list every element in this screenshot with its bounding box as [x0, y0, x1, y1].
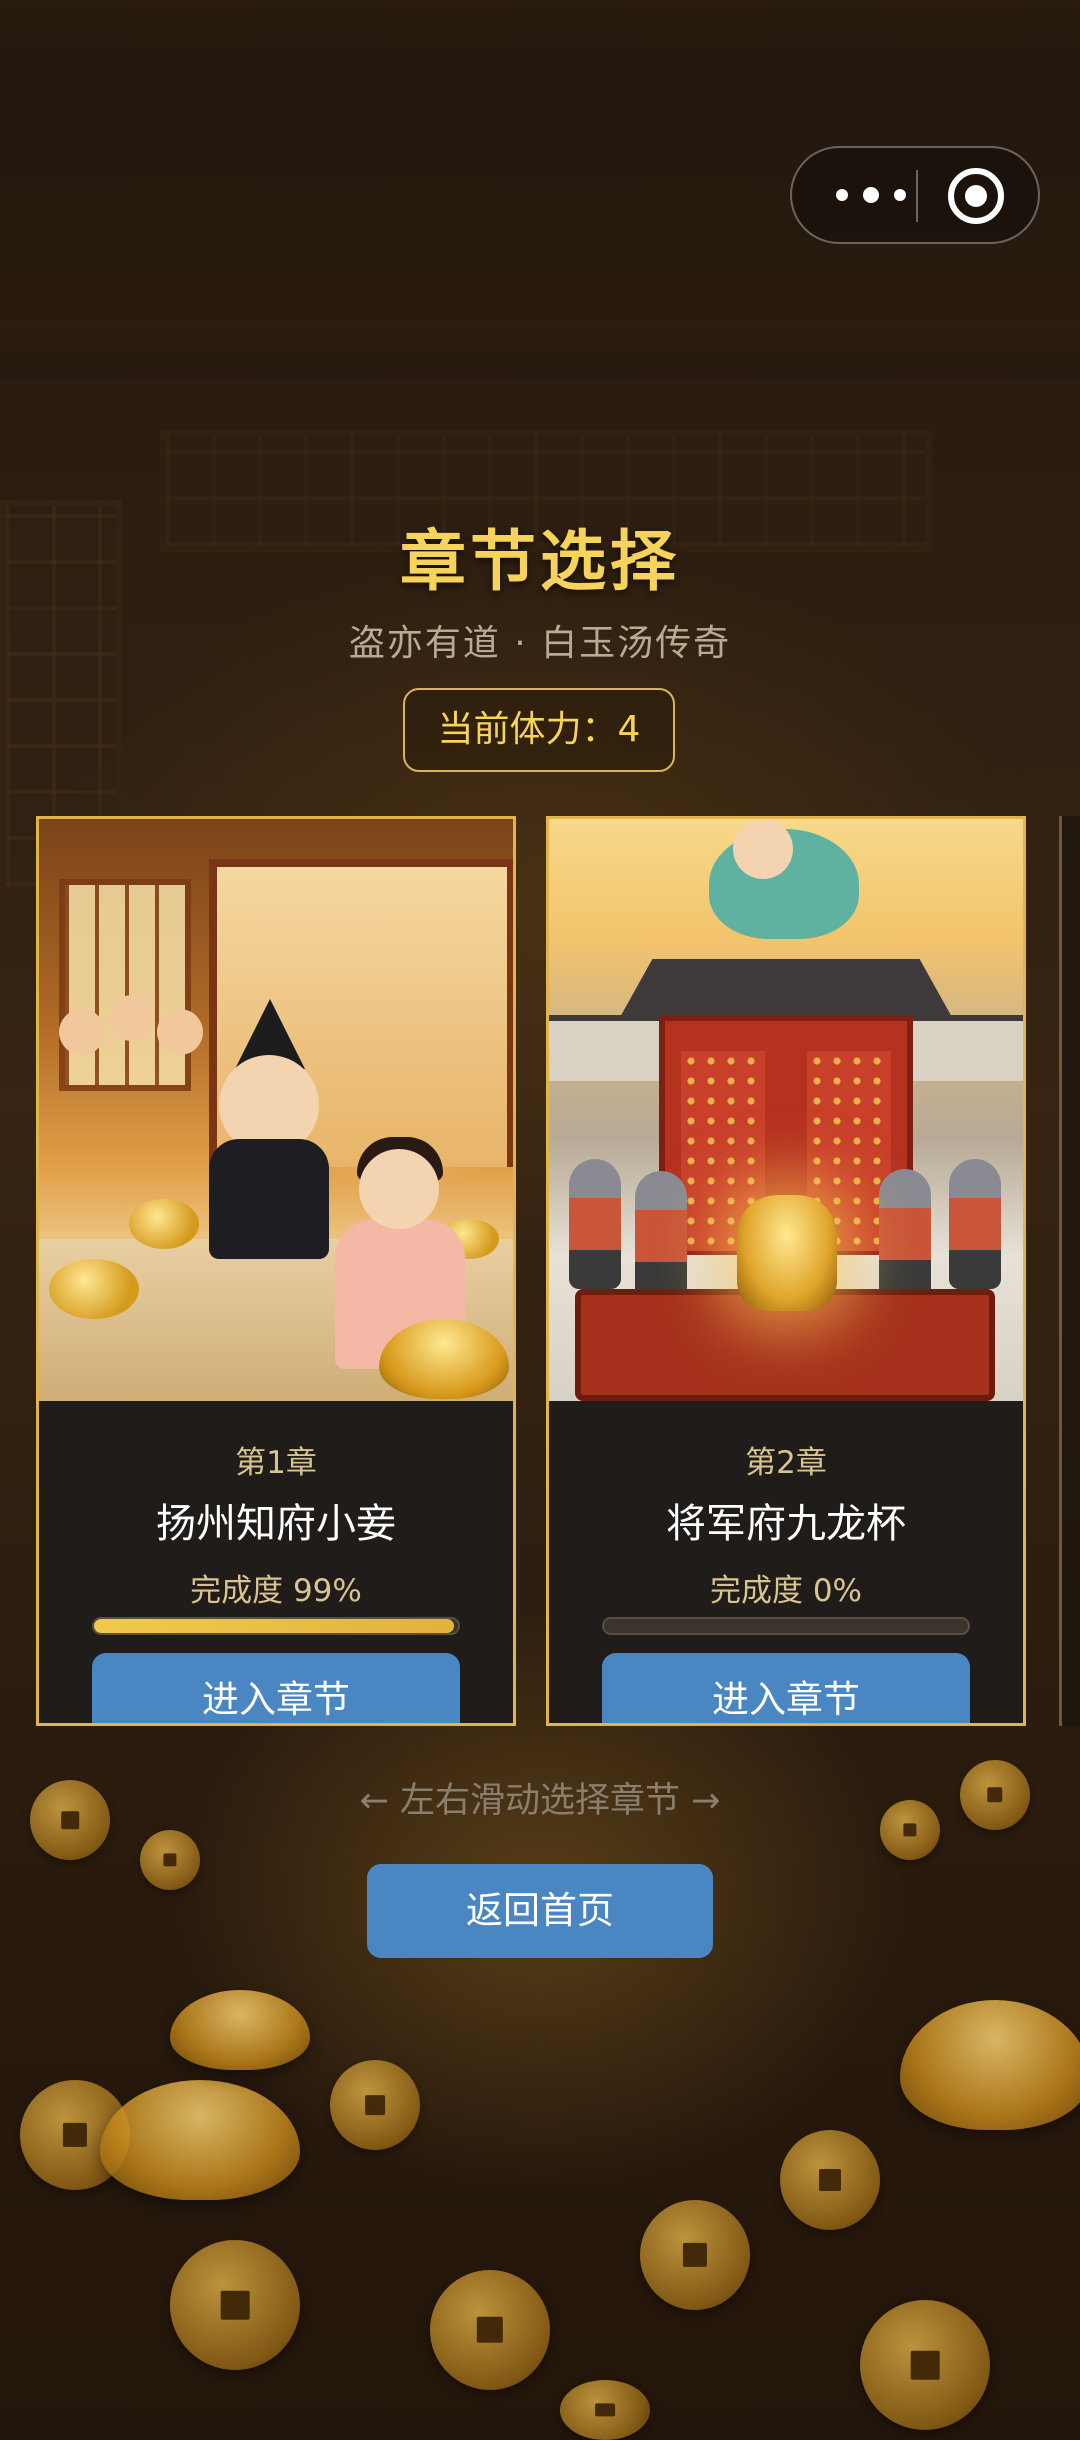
- chapter-card-3-peek[interactable]: [1059, 816, 1080, 1726]
- chapter-1-info: 第1章 扬州知府小妾 完成度 99% 进入章节: [39, 1401, 513, 1723]
- coin: [860, 2300, 990, 2430]
- chapter-card-1[interactable]: 第1章 扬州知府小妾 完成度 99% 进入章节: [36, 816, 516, 1726]
- coin: [640, 2200, 750, 2310]
- page-title: 章节选择: [400, 523, 680, 600]
- more-dots-icon[interactable]: [828, 148, 918, 242]
- swipe-hint: ← 左右滑动选择章节 →: [359, 1781, 721, 1821]
- mini-program-capsule: [790, 146, 1040, 244]
- chapter-number: 第2章: [745, 1445, 827, 1481]
- progress-label: 完成度 0%: [709, 1573, 863, 1609]
- coin: [170, 2240, 300, 2370]
- chapter-select-screen: 章节选择 盗亦有道 · 白玉汤传奇 当前体力：4 第1章 扬州知府小妾 完成度 …: [0, 0, 1080, 2440]
- progress-bar-fill: [94, 1619, 455, 1633]
- enter-chapter-button[interactable]: 进入章节: [602, 1653, 970, 1723]
- target-icon[interactable]: [948, 168, 1004, 224]
- page-subtitle: 盗亦有道 · 白玉汤传奇: [348, 623, 732, 664]
- chapter-number: 第1章: [235, 1445, 317, 1481]
- progress-bar: [602, 1617, 970, 1635]
- coin: [140, 1830, 200, 1890]
- chapter-2-info: 第2章 将军府九龙杯 完成度 0% 进入章节: [549, 1401, 1023, 1723]
- chapter-card-2[interactable]: 第2章 将军府九龙杯 完成度 0% 进入章节: [546, 816, 1026, 1726]
- chapter-1-illustration: [39, 819, 513, 1401]
- coin: [780, 2130, 880, 2230]
- progress-label: 完成度 99%: [190, 1573, 362, 1609]
- capsule-divider: [916, 170, 918, 222]
- chapter-title: 将军府九龙杯: [666, 1501, 906, 1547]
- coin: [560, 2380, 650, 2440]
- enter-chapter-button[interactable]: 进入章节: [92, 1653, 460, 1723]
- chapter-title: 扬州知府小妾: [156, 1501, 396, 1547]
- chapter-2-illustration: [549, 819, 1023, 1401]
- progress-bar: [92, 1617, 460, 1635]
- coin: [330, 2060, 420, 2150]
- back-home-button[interactable]: 返回首页: [367, 1864, 713, 1958]
- nine-dragon-cup-icon: [737, 1195, 837, 1311]
- stamina-badge: 当前体力：4: [403, 688, 675, 772]
- coin: [430, 2270, 550, 2390]
